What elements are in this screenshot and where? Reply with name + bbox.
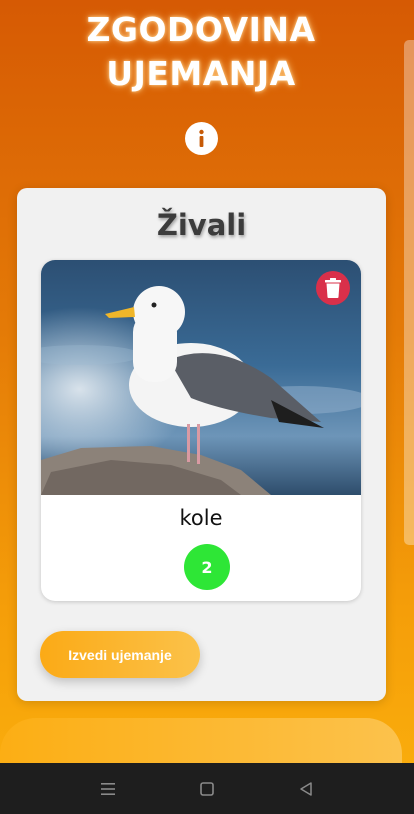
seagull-photo [41, 260, 361, 495]
nav-menu-button[interactable] [95, 776, 121, 802]
system-nav-bar [0, 763, 414, 814]
category-card: Živali kole 2 Izvedi ujemanje [17, 188, 386, 701]
menu-icon [101, 783, 115, 795]
nav-home-button[interactable] [194, 776, 220, 802]
back-triangle-icon [300, 782, 312, 796]
perform-match-button[interactable]: Izvedi ujemanje [40, 631, 200, 678]
page-title: ZGODOVINA UJEMANJA [0, 8, 402, 96]
item-name: kole [179, 506, 223, 530]
scrollbar[interactable] [404, 40, 414, 545]
info-icon [199, 129, 204, 147]
nav-back-button[interactable] [293, 776, 319, 802]
category-title: Živali [156, 208, 247, 242]
info-button[interactable] [185, 122, 218, 155]
match-item-card[interactable]: kole 2 [41, 260, 361, 601]
home-square-icon [200, 782, 214, 796]
page-title-line-2: UJEMANJA [106, 54, 296, 93]
trash-icon [325, 278, 341, 298]
delete-button[interactable] [316, 271, 350, 305]
count-badge: 2 [184, 544, 230, 590]
page-title-line-1: ZGODOVINA [86, 10, 316, 49]
